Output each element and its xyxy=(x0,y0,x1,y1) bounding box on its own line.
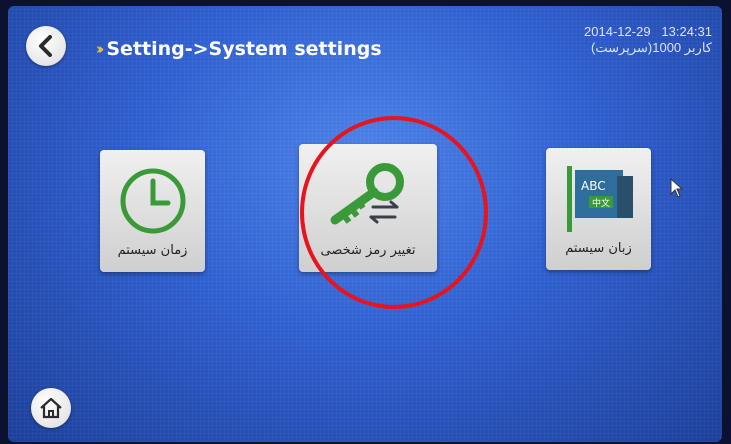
back-button[interactable] xyxy=(26,26,66,66)
clock-icon xyxy=(120,168,185,234)
home-button[interactable] xyxy=(31,388,71,428)
time-text: 13:24:31 xyxy=(661,24,712,39)
svg-text:中文: 中文 xyxy=(592,197,610,209)
tile-label: زمان سیستم xyxy=(117,243,188,258)
date-text: 2014-12-29 xyxy=(584,24,651,39)
svg-text:ABC: ABC xyxy=(581,179,606,193)
highlight-circle xyxy=(300,116,488,309)
double-chevron-icon: ›› xyxy=(96,40,105,58)
datetime-line: 2014-12-29 13:24:31 xyxy=(584,24,712,39)
home-icon xyxy=(40,397,62,419)
mouse-cursor-icon xyxy=(670,178,684,198)
system-language-tile[interactable]: ABC 中文 زبان سیستم xyxy=(546,148,651,270)
status-info: 2014-12-29 13:24:31 کاربر 1000(سرپرست) xyxy=(584,24,712,56)
device-screen: ›› Setting->System settings 2014-12-29 1… xyxy=(8,6,722,442)
chevron-left-icon xyxy=(39,35,52,57)
system-time-tile[interactable]: زمان سیستم xyxy=(100,150,205,272)
page-title: Setting->System settings xyxy=(106,38,382,60)
breadcrumb: ›› Setting->System settings xyxy=(96,38,382,60)
user-text: کاربر 1000(سرپرست) xyxy=(591,40,712,55)
language-flag-icon: ABC 中文 xyxy=(566,166,633,232)
tile-label: زبان سیستم xyxy=(565,241,632,256)
